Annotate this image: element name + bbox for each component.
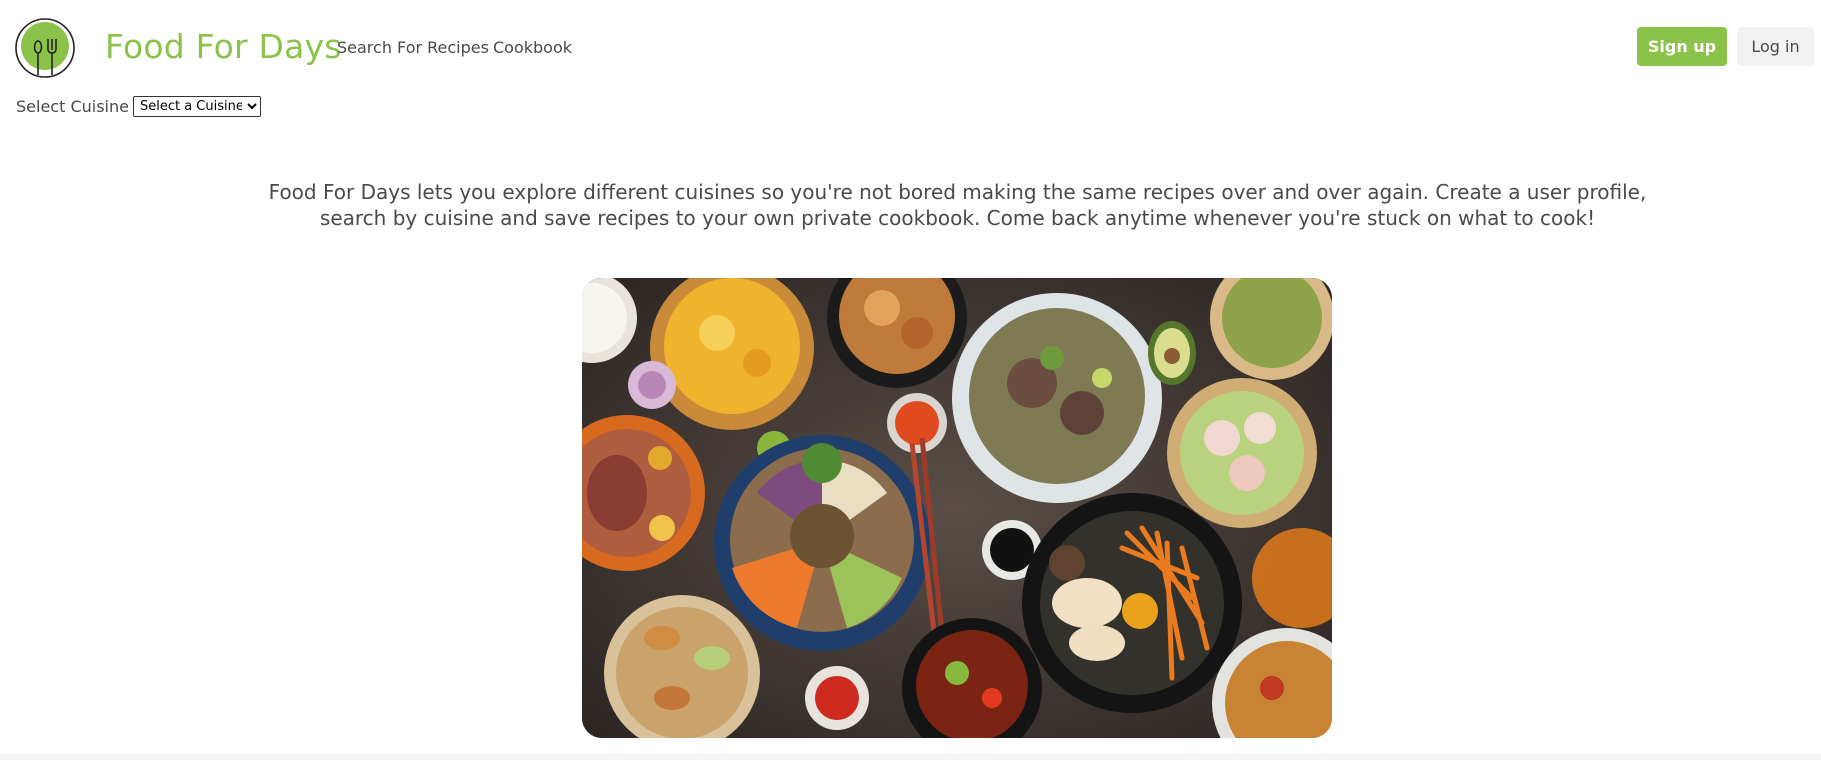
login-button[interactable]: Log in — [1737, 27, 1814, 66]
nav-search-recipes[interactable]: Search For Recipes — [337, 38, 489, 57]
nav-cookbook[interactable]: Cookbook — [493, 38, 572, 57]
logo[interactable] — [14, 17, 76, 79]
cuisine-select[interactable]: Select a Cuisine — [132, 96, 261, 117]
brand-title[interactable]: Food For Days — [105, 27, 342, 66]
footer-band — [0, 754, 1821, 760]
fork-knife-icon — [15, 18, 75, 78]
intro-text: Food For Days lets you explore different… — [268, 180, 1647, 230]
cuisine-label: Select Cuisine — [16, 97, 129, 116]
hero-food-image — [582, 278, 1332, 738]
cuisine-selector: Select Cuisine Select a Cuisine — [16, 96, 261, 117]
signup-button[interactable]: Sign up — [1637, 27, 1727, 66]
